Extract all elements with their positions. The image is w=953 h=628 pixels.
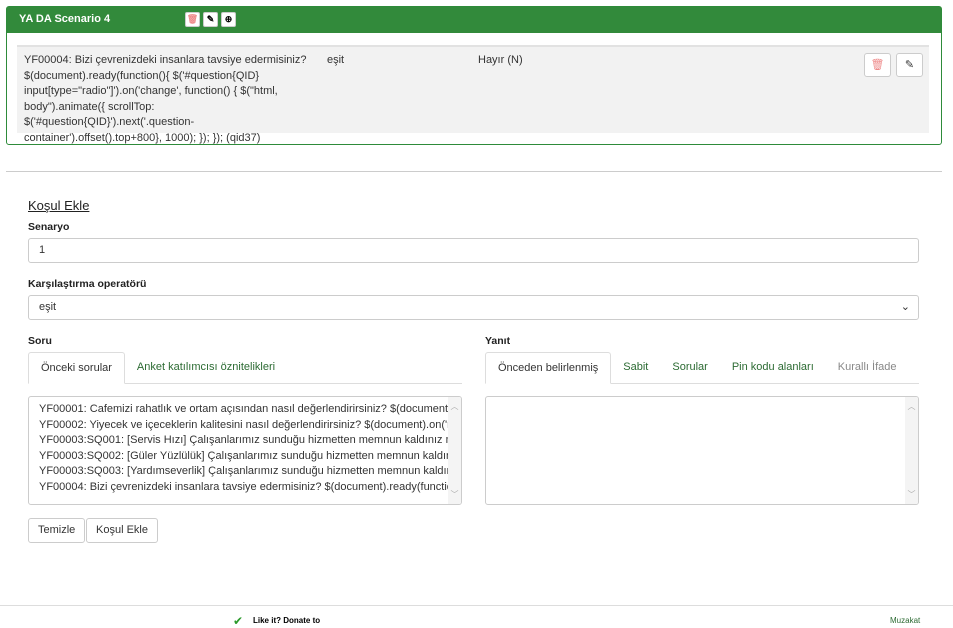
answer-tabs: Önceden belirlenmiş Sabit Sorular Pin ko… [485,352,919,384]
scenario-panel: YA DA Scenario 4 🗑 ✎ ⊕ YF00004: Bizi çev… [6,6,942,145]
divider [6,171,942,172]
tab-previous-questions[interactable]: Önceki sorular [28,352,125,384]
operator-select[interactable]: eşit ⌄ [28,295,919,320]
tab-constant[interactable]: Sabit [611,352,660,383]
condition-question: YF00004: Bizi çevrenizdeki insanlara tav… [24,54,307,144]
form-title: Koşul Ekle [28,198,90,213]
question-option[interactable]: YF00002: Yiyecek ve içeceklerin kalitesi… [39,418,461,434]
chevron-down-icon: ⌄ [900,301,910,313]
tab-regex[interactable]: Kurallı İfade [826,352,909,383]
scenario-label: Senaryo [28,221,70,233]
question-option[interactable]: YF00003:SQ003: [Yardımseverlik] Çalışanl… [39,464,461,480]
edit-condition-button[interactable]: ✎ [896,53,923,77]
question-option[interactable]: YF00003:SQ002: [Güler Yüzlülük] Çalışanl… [39,449,461,465]
operator-value: eşit [39,301,57,313]
question-option[interactable]: YF00004: Bizi çevrenizdeki insanlara tav… [39,480,461,496]
scenario-header: YA DA Scenario 4 🗑 ✎ ⊕ [7,7,941,33]
clear-button[interactable]: Temizle [28,518,86,543]
scrollbar[interactable]: ︿ ﹀ [448,397,461,504]
condition-answer: Hayır (N) [478,54,523,66]
tab-participant-attributes[interactable]: Anket katılımcısı öznitelikleri [125,352,287,383]
question-label: Soru [28,335,52,347]
scenario-input[interactable]: 1 [28,238,919,263]
operator-label: Karşılaştırma operatörü [28,278,147,290]
condition-operator: eşit [327,54,345,66]
checkmark-icon: ✔ [233,614,244,628]
tab-predefined[interactable]: Önceden belirlenmiş [485,352,612,384]
edit-scenario-button[interactable]: ✎ [203,12,218,27]
footer-right-link[interactable]: Muzakat [890,616,920,625]
scenario-title: YA DA Scenario 4 [19,13,111,25]
tab-questions[interactable]: Sorular [660,352,719,383]
add-condition-submit-button[interactable]: Koşul Ekle [86,518,158,543]
delete-condition-button[interactable]: 🗑 [864,53,891,77]
answer-label: Yanıt [485,335,511,347]
question-option[interactable]: YF00001: Cafemizi rahatlık ve ortam açıs… [39,402,461,418]
question-list[interactable]: YF00001: Cafemizi rahatlık ve ortam açıs… [28,396,462,505]
delete-scenario-button[interactable]: 🗑 [185,12,200,27]
scrollbar[interactable]: ︿ ﹀ [905,397,918,504]
tab-token-fields[interactable]: Pin kodu alanları [720,352,826,383]
question-tabs: Önceki sorular Anket katılımcısı öznitel… [28,352,462,384]
answer-list[interactable]: ︿ ﹀ [485,396,919,505]
question-option[interactable]: YF00003:SQ001: [Servis Hızı] Çalışanları… [39,433,461,449]
condition-row: YF00004: Bizi çevrenizdeki insanlara tav… [17,45,929,144]
add-condition-button[interactable]: ⊕ [221,12,236,27]
footer: ✔ Like it? Donate to Muzakat [0,605,953,628]
donate-link[interactable]: Like it? Donate to [253,616,320,625]
